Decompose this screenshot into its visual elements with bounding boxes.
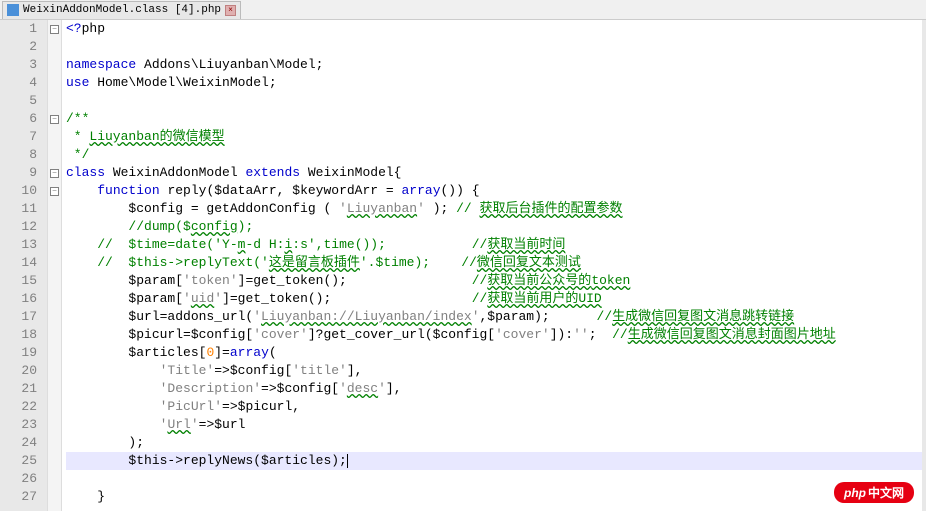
fold-column: − − − − — [48, 20, 62, 511]
line-number: 7 — [0, 128, 37, 146]
fold-cell — [48, 272, 61, 290]
code-line[interactable]: function reply($dataArr, $keywordArr = a… — [66, 182, 926, 200]
fold-cell — [48, 56, 61, 74]
line-number: 17 — [0, 308, 37, 326]
line-number: 12 — [0, 218, 37, 236]
fold-cell — [48, 452, 61, 470]
fold-cell — [48, 398, 61, 416]
line-number: 6 — [0, 110, 37, 128]
fold-cell[interactable]: − — [48, 182, 61, 200]
fold-cell — [48, 74, 61, 92]
tab-bar: WeixinAddonModel.class [4].php × — [0, 0, 926, 20]
code-line[interactable]: // $time=date('Y-m-d H:i:s',time()); //获… — [66, 236, 926, 254]
fold-cell — [48, 200, 61, 218]
fold-cell[interactable]: − — [48, 20, 61, 38]
line-number: 27 — [0, 488, 37, 506]
code-line[interactable]: class WeixinAddonModel extends WeixinMod… — [66, 164, 926, 182]
line-number: 21 — [0, 380, 37, 398]
watermark-text: 中文网 — [868, 484, 904, 501]
fold-cell[interactable]: − — [48, 164, 61, 182]
line-number: 5 — [0, 92, 37, 110]
code-line[interactable]: } — [66, 488, 926, 506]
code-line[interactable]: // $this->replyText('这是留言板插件'.$time); //… — [66, 254, 926, 272]
fold-toggle-icon[interactable]: − — [50, 25, 59, 34]
code-line[interactable]: $param['uid']=get_token(); //获取当前用户的UID — [66, 290, 926, 308]
close-icon[interactable]: × — [225, 5, 236, 16]
line-number: 16 — [0, 290, 37, 308]
text-cursor — [347, 454, 348, 468]
line-number: 4 — [0, 74, 37, 92]
line-number: 20 — [0, 362, 37, 380]
fold-cell — [48, 218, 61, 236]
fold-cell — [48, 38, 61, 56]
scrollbar-track[interactable] — [922, 20, 926, 511]
fold-cell — [48, 380, 61, 398]
code-line[interactable]: 'Description'=>$config['desc'], — [66, 380, 926, 398]
code-line[interactable]: namespace Addons\Liuyanban\Model; — [66, 56, 926, 74]
fold-cell — [48, 92, 61, 110]
line-number: 9 — [0, 164, 37, 182]
fold-cell — [48, 128, 61, 146]
code-area[interactable]: <?php namespace Addons\Liuyanban\Model;us… — [62, 20, 926, 511]
fold-cell — [48, 236, 61, 254]
watermark-logo: php中文网 — [834, 482, 914, 503]
code-line[interactable]: $config = getAddonConfig ( 'Liuyanban' )… — [66, 200, 926, 218]
code-line[interactable]: 'Url'=>$url — [66, 416, 926, 434]
file-tab[interactable]: WeixinAddonModel.class [4].php × — [2, 1, 241, 19]
line-number: 11 — [0, 200, 37, 218]
line-number: 8 — [0, 146, 37, 164]
watermark-php: php — [844, 486, 866, 500]
fold-cell — [48, 362, 61, 380]
fold-toggle-icon[interactable]: − — [50, 115, 59, 124]
line-number: 15 — [0, 272, 37, 290]
line-number: 18 — [0, 326, 37, 344]
fold-cell — [48, 488, 61, 506]
fold-cell — [48, 470, 61, 488]
line-number: 26 — [0, 470, 37, 488]
fold-cell — [48, 146, 61, 164]
line-number: 24 — [0, 434, 37, 452]
fold-cell — [48, 308, 61, 326]
line-number: 13 — [0, 236, 37, 254]
line-number: 3 — [0, 56, 37, 74]
code-line[interactable]: 'Title'=>$config['title'], — [66, 362, 926, 380]
line-number: 10 — [0, 182, 37, 200]
code-line[interactable] — [66, 38, 926, 56]
fold-toggle-icon[interactable]: − — [50, 187, 59, 196]
line-number: 22 — [0, 398, 37, 416]
code-line[interactable]: * Liuyanban的微信模型 — [66, 128, 926, 146]
code-line[interactable]: $picurl=$config['cover']?get_cover_url($… — [66, 326, 926, 344]
fold-toggle-icon[interactable]: − — [50, 169, 59, 178]
fold-cell — [48, 416, 61, 434]
code-line[interactable]: ); — [66, 434, 926, 452]
fold-cell — [48, 326, 61, 344]
fold-cell — [48, 254, 61, 272]
code-line[interactable] — [66, 92, 926, 110]
fold-cell[interactable]: − — [48, 110, 61, 128]
code-line[interactable]: $articles[0]=array( — [66, 344, 926, 362]
code-line[interactable]: $param['token']=get_token(); //获取当前公众号的t… — [66, 272, 926, 290]
code-line[interactable]: <?php — [66, 20, 926, 38]
line-number: 25 — [0, 452, 37, 470]
line-number: 1 — [0, 20, 37, 38]
file-icon — [7, 4, 19, 16]
line-number: 23 — [0, 416, 37, 434]
line-number-gutter: 1234567891011121314151617181920212223242… — [0, 20, 48, 511]
tab-filename: WeixinAddonModel.class [4].php — [23, 4, 221, 16]
code-line[interactable]: /** — [66, 110, 926, 128]
code-line[interactable]: use Home\Model\WeixinModel; — [66, 74, 926, 92]
line-number: 19 — [0, 344, 37, 362]
fold-cell — [48, 434, 61, 452]
line-number: 2 — [0, 38, 37, 56]
code-line[interactable]: //dump($config); — [66, 218, 926, 236]
code-line[interactable]: 'PicUrl'=>$picurl, — [66, 398, 926, 416]
code-line[interactable]: $this->replyNews($articles); — [66, 452, 926, 470]
code-line[interactable]: $url=addons_url('Liuyanban://Liuyanban/i… — [66, 308, 926, 326]
fold-cell — [48, 344, 61, 362]
code-line[interactable]: */ — [66, 146, 926, 164]
code-line[interactable] — [66, 470, 926, 488]
line-number: 14 — [0, 254, 37, 272]
fold-cell — [48, 290, 61, 308]
code-editor: 1234567891011121314151617181920212223242… — [0, 20, 926, 511]
